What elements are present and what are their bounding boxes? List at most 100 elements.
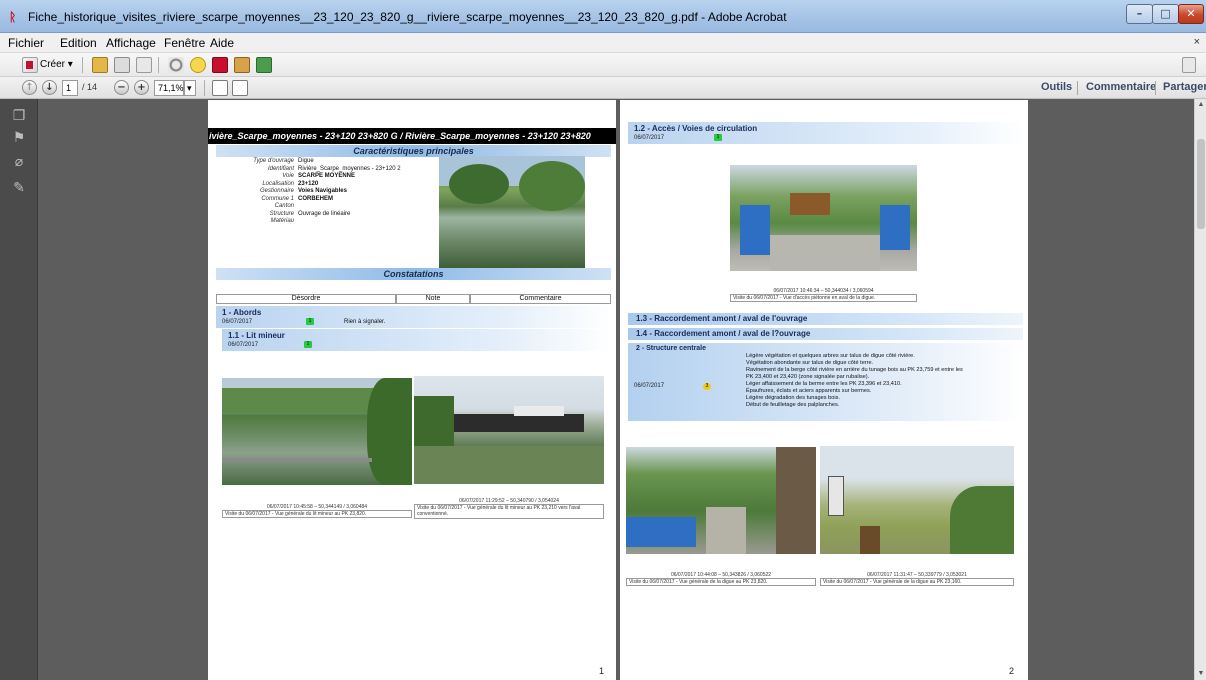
observation-line: PK 23,400 et 23,420 (zone signalée par r… [746, 374, 870, 380]
field-label: Structure [269, 210, 294, 217]
observation-line: Épaufrures, éclats et aciers apparents s… [746, 388, 872, 394]
page-number-input[interactable]: 1 [62, 80, 78, 96]
acrobat-app-icon: ᚱ [9, 10, 17, 24]
zoom-level-input[interactable]: 71,1% [154, 80, 184, 96]
page-number-label: 1 [598, 666, 604, 676]
next-page-button[interactable]: ↓ [42, 80, 57, 95]
photo-2-description-line: conventionné. [417, 511, 449, 517]
scrollbar-thumb[interactable] [1197, 139, 1205, 229]
row-abords: 1 - Abords 06/07/2017 1 Rien à signaler. [216, 306, 611, 328]
column-header-commentaire: Commentaire [470, 294, 611, 304]
zoom-out-button[interactable]: − [114, 80, 129, 95]
column-header-note: Note [396, 294, 470, 304]
section-raccordement-1-3: 1.3 - Raccordement amont / aval de l'ouv… [628, 313, 1023, 325]
toolbar-separator [158, 57, 159, 73]
column-header-desordre: Désordre [216, 294, 396, 304]
open-folder-icon[interactable] [92, 57, 108, 73]
row-comment: Rien à signaler. [344, 319, 386, 325]
settings-gear-icon[interactable] [168, 57, 184, 73]
field-label: Canton [274, 203, 294, 209]
close-document-icon[interactable]: × [1194, 36, 1200, 48]
row-date: 06/07/2017 [634, 383, 665, 389]
note-badge: 1 [306, 318, 314, 325]
row-title: 1 - Abords [222, 308, 262, 317]
outils-pane-button[interactable]: Outils [1041, 81, 1072, 93]
fit-width-icon[interactable] [232, 80, 248, 96]
menu-edition[interactable]: Edition [60, 36, 97, 50]
field-value: 23+120 [298, 180, 319, 187]
attachments-paperclip-icon[interactable]: ⌀ [10, 153, 28, 171]
pdf-export-icon[interactable] [212, 57, 228, 73]
lit-mineur-photo-1 [222, 378, 412, 485]
field-value: Ouvrage de linéaire [298, 210, 351, 217]
save-icon[interactable] [114, 57, 130, 73]
title-bar: ᚱ Fiche_historique_visites_riviere_scarp… [0, 0, 1206, 33]
field-value: Digue [298, 158, 314, 164]
vertical-scrollbar[interactable]: ▲ ▼ [1194, 99, 1206, 680]
partager-pane-button[interactable]: Partager [1163, 81, 1206, 93]
bookmarks-icon[interactable]: ⚑ [10, 129, 28, 147]
menu-aide[interactable]: Aide [210, 36, 234, 50]
email-icon[interactable] [136, 57, 152, 73]
row-acces-voies: 1.2 - Accès / Voies de circulation 06/07… [628, 122, 1023, 144]
comment-bubble-icon[interactable] [190, 57, 206, 73]
observation-line: Légère dégradation des tunages bois. [746, 395, 840, 401]
field-label: Commune 1 [261, 195, 294, 202]
pdf-combine-icon[interactable] [234, 57, 250, 73]
expand-toolbar-icon[interactable] [1182, 57, 1196, 73]
fit-page-icon[interactable] [212, 80, 228, 96]
field-label: Identifiant [267, 165, 294, 172]
note-badge: 3 [703, 383, 711, 390]
observation-line: Végétation abondante sur talus de digue … [746, 360, 874, 366]
note-badge: 1 [714, 134, 722, 141]
page-number-label: 2 [1008, 666, 1014, 676]
photo-1-description: Visite du 06/07/2017 - Vue générale du l… [222, 510, 412, 518]
acces-photo [730, 165, 917, 271]
menu-bar: Fichier Edition Affichage Fenêtre Aide × [0, 33, 1206, 53]
maximize-button[interactable]: □ [1152, 4, 1179, 24]
create-button[interactable]: Créer ▾ [40, 59, 73, 70]
document-banner: ivière_Scarpe_moyennes - 23+120 23+820 G… [208, 128, 616, 144]
field-label: Type d'ouvrage [253, 158, 294, 164]
page-total-label: / 14 [82, 82, 98, 92]
menu-fichier[interactable]: Fichier [8, 36, 44, 50]
field-value: Rivière_Scarpe_moyennes - 23+120 2 [298, 165, 401, 172]
row-date: 06/07/2017 [634, 135, 665, 141]
scroll-down-arrow-icon[interactable]: ▼ [1195, 668, 1206, 680]
lit-mineur-photo-2 [414, 376, 604, 484]
overview-photo [439, 156, 585, 268]
menu-affichage[interactable]: Affichage [106, 36, 156, 50]
field-value: Voies Navigables [298, 188, 347, 194]
section-constatations: Constatations [216, 268, 611, 280]
note-badge: 1 [304, 341, 312, 348]
page-thumbnails-icon[interactable]: ❐ [10, 107, 28, 125]
characteristics-fields: Type d'ouvrage Digue Identifiant Rivière… [216, 158, 444, 238]
field-value: CORBEHEM [298, 195, 334, 202]
toolbar-separator [204, 80, 205, 96]
observation-line: Léger affaissement de la berme entre les… [746, 381, 902, 387]
commentaire-pane-button[interactable]: Commentaire [1086, 81, 1156, 93]
previous-page-button[interactable]: ↑ [22, 80, 37, 95]
navigation-toolbar: ↑ ↓ 1 / 14 − + 71,1% ▾ Outils Commentair… [0, 77, 1206, 99]
navigation-pane: ❐ ⚑ ⌀ ✎ [0, 99, 38, 680]
photo-3-description: Visite du 06/07/2017 - Vue générale de l… [626, 578, 816, 586]
observation-line: Légère végétation et quelques arbres sur… [746, 353, 915, 359]
menu-fenetre[interactable]: Fenêtre [164, 36, 205, 50]
minimize-button[interactable]: – [1126, 4, 1153, 24]
main-toolbar: Créer ▾ [0, 53, 1206, 77]
close-window-button[interactable]: ✕ [1178, 4, 1204, 24]
pdf-page-1: ivière_Scarpe_moyennes - 23+120 23+820 G… [208, 100, 616, 680]
scroll-up-arrow-icon[interactable]: ▲ [1195, 99, 1206, 111]
row-title: 1.1 - Lit mineur [228, 331, 285, 340]
observation-line: Début de feuilletage des palplanches. [746, 402, 840, 408]
photo-4-description: Visite du 06/07/2017 - Vue générale de l… [820, 578, 1014, 586]
row-title: 2 - Structure centrale [636, 345, 707, 352]
acrobat-window: ᚱ Fiche_historique_visites_riviere_scarp… [0, 0, 1206, 680]
signatures-icon[interactable]: ✎ [10, 179, 28, 197]
zoom-dropdown-button[interactable]: ▾ [184, 80, 196, 96]
pdf-form-icon[interactable] [256, 57, 272, 73]
create-pdf-icon[interactable] [22, 57, 38, 73]
toolbar-separator [82, 57, 83, 73]
zoom-in-button[interactable]: + [134, 80, 149, 95]
observation-line: Ravinement de la berge côté rivière en a… [746, 367, 963, 373]
